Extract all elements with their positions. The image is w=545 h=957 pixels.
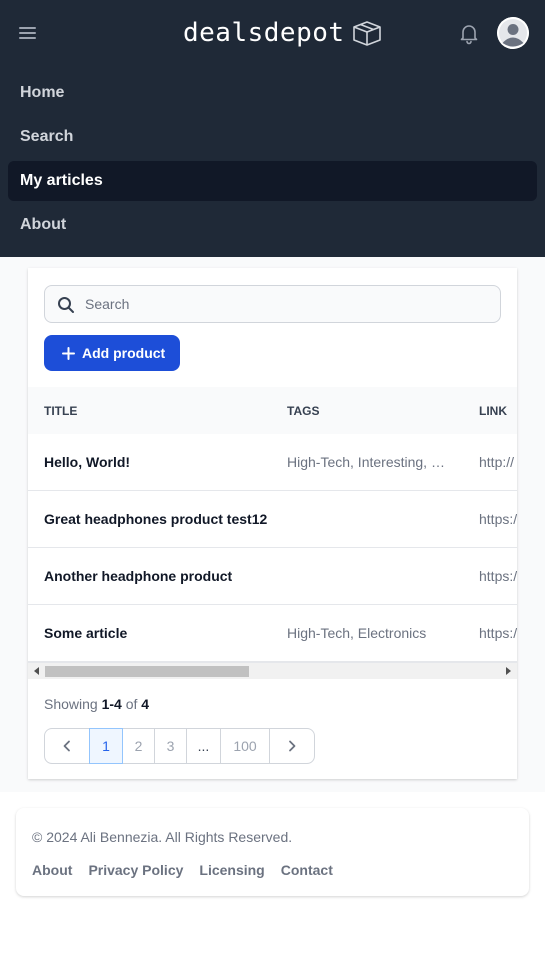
row-title[interactable]: Great headphones product test12 xyxy=(44,491,267,547)
row-tags xyxy=(287,491,449,547)
row-link[interactable]: https:/ xyxy=(479,605,517,661)
row-title[interactable]: Some article xyxy=(44,605,127,661)
showing-total: 4 xyxy=(141,696,150,712)
plus-icon xyxy=(62,346,75,360)
nav-item-home[interactable]: Home xyxy=(8,73,537,113)
horizontal-scrollbar[interactable] xyxy=(28,662,517,679)
page-footer: © 2024 Ali Bennezia. All Rights Reserved… xyxy=(16,808,529,896)
footer-link-contact[interactable]: Contact xyxy=(281,862,333,878)
row-link[interactable]: https:/ xyxy=(479,491,517,547)
chevron-left-icon xyxy=(63,740,70,752)
menu-icon[interactable] xyxy=(18,24,38,42)
add-product-button[interactable]: Add product xyxy=(44,335,180,371)
app-header: dealsdepot Home Search My articles About xyxy=(0,0,545,257)
showing-summary: Showing 1-4 of 4 xyxy=(44,696,150,712)
column-header-tags[interactable]: TAGS xyxy=(287,387,319,434)
footer-link-licensing[interactable]: Licensing xyxy=(199,862,264,878)
column-header-title[interactable]: TITLE xyxy=(44,387,77,434)
table-row[interactable]: Hello, World! High-Tech, Interesting, S.… xyxy=(28,434,517,491)
nav-item-my-articles[interactable]: My articles xyxy=(8,161,537,201)
scroll-left-arrow[interactable] xyxy=(34,667,39,675)
row-title[interactable]: Hello, World! xyxy=(44,434,130,490)
pagination: 1 2 3 ... 100 xyxy=(44,728,315,764)
search-icon xyxy=(58,297,74,313)
row-link[interactable]: http:// xyxy=(479,434,517,490)
page-button-1[interactable]: 1 xyxy=(89,728,123,764)
footer-link-privacy-policy[interactable]: Privacy Policy xyxy=(88,862,183,878)
prev-page-button[interactable] xyxy=(44,728,90,764)
brand-logo[interactable]: dealsdepot xyxy=(183,16,383,50)
showing-range: 1-4 xyxy=(101,696,122,712)
brand-name: dealsdepot xyxy=(183,18,345,48)
user-avatar-icon[interactable] xyxy=(497,17,529,49)
box-icon xyxy=(352,21,381,46)
search-box xyxy=(44,285,501,323)
copyright-text: © 2024 Ali Bennezia. All Rights Reserved… xyxy=(32,829,293,845)
column-header-link[interactable]: LINK xyxy=(479,387,507,434)
nav-item-search[interactable]: Search xyxy=(8,117,537,157)
articles-table: TITLE TAGS LINK Hello, World! High-Tech,… xyxy=(28,387,517,662)
footer-link-about[interactable]: About xyxy=(32,862,72,878)
footer-links: About Privacy Policy Licensing Contact xyxy=(32,862,349,878)
next-page-button[interactable] xyxy=(269,728,315,764)
table-header: TITLE TAGS LINK xyxy=(28,387,517,434)
page-button-2[interactable]: 2 xyxy=(122,728,155,764)
row-tags: High-Tech, Electronics xyxy=(287,625,427,641)
scrollbar-thumb[interactable] xyxy=(45,666,249,677)
table-row[interactable]: Another headphone product https:/ xyxy=(28,548,517,605)
chevron-right-icon xyxy=(289,740,296,752)
page-button-3[interactable]: 3 xyxy=(154,728,187,764)
row-link[interactable]: https:/ xyxy=(479,548,517,604)
row-tags xyxy=(287,548,449,604)
articles-card: Add product TITLE TAGS LINK Hello, World… xyxy=(28,268,517,779)
nav-item-about[interactable]: About xyxy=(8,205,537,245)
page-button-100[interactable]: 100 xyxy=(220,728,270,764)
search-input[interactable] xyxy=(85,286,485,322)
table-row[interactable]: Some article High-Tech, Electronics http… xyxy=(28,605,517,662)
page-ellipsis: ... xyxy=(186,728,221,764)
add-product-label: Add product xyxy=(82,345,166,361)
row-title[interactable]: Another headphone product xyxy=(44,548,232,604)
top-bar: dealsdepot xyxy=(0,0,545,66)
row-tags: High-Tech, Interesting, S... xyxy=(287,454,449,470)
scroll-right-arrow[interactable] xyxy=(506,667,511,675)
table-row[interactable]: Great headphones product test12 https:/ xyxy=(28,491,517,548)
bell-icon[interactable] xyxy=(457,21,481,45)
